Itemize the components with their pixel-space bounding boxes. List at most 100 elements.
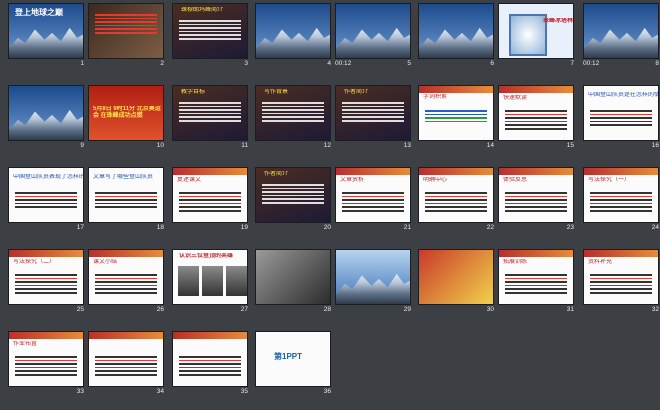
text-line [425, 202, 487, 205]
slide-thumbnail-2[interactable]: 2 [84, 0, 168, 68]
text-line [15, 373, 77, 376]
slide-preview: 教学目标 [172, 85, 248, 141]
slide-thumbnail-21[interactable]: 文章赏析 21 [331, 164, 415, 232]
slide-thumbnail-22[interactable]: 明确中心 22 [414, 164, 498, 232]
slide-text-lines [342, 100, 404, 124]
text-line [590, 113, 652, 116]
ice-photo [509, 14, 547, 56]
slide-text-lines [15, 190, 77, 210]
slide-text: 珠穆朗玛峰简介 [181, 7, 224, 13]
slide-number: 14 [486, 142, 494, 149]
title-ribbon [584, 168, 658, 175]
slide-number: 2 [160, 60, 164, 67]
slide-thumbnail-31[interactable]: 拓展训练 31 [494, 246, 578, 314]
slide-number: 30 [486, 306, 494, 313]
slide-number: 11 [241, 142, 248, 149]
text-line [179, 109, 241, 111]
slide-preview: 文章赏析 [335, 167, 411, 223]
text-line [505, 127, 567, 130]
slide-number: 8 [655, 60, 659, 67]
slide-thumbnail-8[interactable]: 00:12 8 [579, 0, 660, 68]
slide-text: 中国登山队员是在怎样的情况下登上珠峰的 [588, 92, 658, 98]
slide-thumbnail-14[interactable]: 字词积累 14 [414, 82, 498, 150]
slide-preview: 写法探究（一） [583, 167, 659, 223]
text-line [179, 356, 241, 358]
slide-thumbnail-12[interactable]: 写作背景 12 [251, 82, 335, 150]
slide-thumbnail-23[interactable]: 体验反思 23 [494, 164, 578, 232]
text-line [95, 281, 157, 283]
slide-thumbnail-35[interactable]: 35 [168, 328, 252, 396]
slide-thumbnail-27[interactable]: 认识三位登顶的英雄 27 [168, 246, 252, 314]
text-line [342, 195, 404, 198]
text-line [179, 119, 241, 122]
text-line [262, 105, 324, 108]
title-ribbon [173, 332, 247, 339]
text-line [95, 370, 157, 372]
slide-preview: 快速默读 [498, 85, 574, 141]
slide-thumbnail-19[interactable]: 复述课文 19 [168, 164, 252, 232]
slide-text: 写法探究（二） [13, 259, 56, 265]
slide-thumbnail-7[interactable]: 珠峰冰塔林 7 [494, 0, 578, 68]
slide-thumbnail-16[interactable]: 中国登山队员是在怎样的情况下登上珠峰的 16 [579, 82, 660, 150]
slide-text-lines [179, 354, 241, 378]
slide-preview: 复述课文 [172, 167, 248, 223]
text-line [505, 274, 567, 276]
title-ribbon [499, 168, 573, 175]
slide-thumbnail-5[interactable]: 00:12 5 [331, 0, 415, 68]
slide-thumbnail-30[interactable]: 30 [414, 246, 498, 314]
text-line [425, 117, 487, 119]
text-line [590, 120, 652, 123]
slide-thumbnail-24[interactable]: 写法探究（一） 24 [579, 164, 660, 232]
slide-thumbnail-26[interactable]: 课文小结 26 [84, 246, 168, 314]
text-line [179, 105, 241, 108]
text-line [15, 192, 77, 194]
slide-thumbnail-3[interactable]: 珠穆朗玛峰简介 3 [168, 0, 252, 68]
person-photo [226, 266, 247, 296]
slide-thumbnail-33[interactable]: 作业布置 33 [4, 328, 88, 396]
slide-thumbnail-9[interactable]: 9 [4, 82, 88, 150]
slide-number: 10 [156, 142, 164, 149]
slide-thumbnail-15[interactable]: 快速默读 15 [494, 82, 578, 150]
text-line [342, 116, 404, 118]
slide-preview: 写作背景 [255, 85, 331, 141]
text-line [342, 209, 404, 212]
text-line [262, 102, 324, 104]
text-line [95, 363, 157, 365]
text-line [95, 206, 157, 208]
slide-thumbnail-13[interactable]: 作者简介 13 [331, 82, 415, 150]
slide-thumbnail-32[interactable]: 资料补充 32 [579, 246, 660, 314]
text-line [15, 288, 77, 290]
slide-thumbnail-6[interactable]: 6 [414, 0, 498, 68]
slide-number: 15 [566, 142, 574, 149]
slide-text: 明确中心 [423, 177, 448, 183]
slide-thumbnail-36[interactable]: 第1PPT 36 [251, 328, 335, 396]
slide-text: 文章赏析 [340, 177, 365, 183]
text-line [262, 194, 324, 197]
slide-preview: 登上地球之巅 [8, 3, 84, 59]
slide-thumbnail-29[interactable]: 29 [331, 246, 415, 314]
slide-text: 第1PPT [274, 352, 303, 361]
slide-text-lines [179, 190, 241, 214]
text-line [15, 206, 77, 208]
slide-thumbnail-18[interactable]: 文章写了哪些登山队员 18 [84, 164, 168, 232]
slide-preview: 珠穆朗玛峰简介 [172, 3, 248, 59]
slide-thumbnail-28[interactable]: 28 [251, 246, 335, 314]
slide-number: 27 [240, 306, 248, 313]
slide-text: 复述课文 [177, 177, 202, 183]
text-line [262, 201, 324, 204]
slide-thumbnail-1[interactable]: 登上地球之巅 1 [4, 0, 88, 68]
slide-thumbnail-34[interactable]: 34 [84, 328, 168, 396]
slide-preview: 第1PPT [255, 331, 331, 387]
slide-thumbnail-25[interactable]: 写法探究（二） 25 [4, 246, 88, 314]
slide-thumbnail-17[interactable]: 中国登山队员表现了怎样的精神 17 [4, 164, 88, 232]
text-line [590, 199, 652, 201]
slide-thumbnail-10[interactable]: 5月8日 9时11分 北京奥运会 在珠峰成功点燃 10 [84, 82, 168, 150]
slide-thumbnail-20[interactable]: 作者简介 20 [251, 164, 335, 232]
slide-thumbnail-11[interactable]: 教学目标 11 [168, 82, 252, 150]
slide-thumbnail-4[interactable]: 4 [251, 0, 335, 68]
text-line [505, 195, 567, 198]
slide-preview: 5月8日 9时11分 北京奥运会 在珠峰成功点燃 [88, 85, 164, 141]
text-line [15, 202, 77, 205]
text-line [179, 202, 241, 205]
slide-text: 写法探究（一） [588, 177, 631, 183]
